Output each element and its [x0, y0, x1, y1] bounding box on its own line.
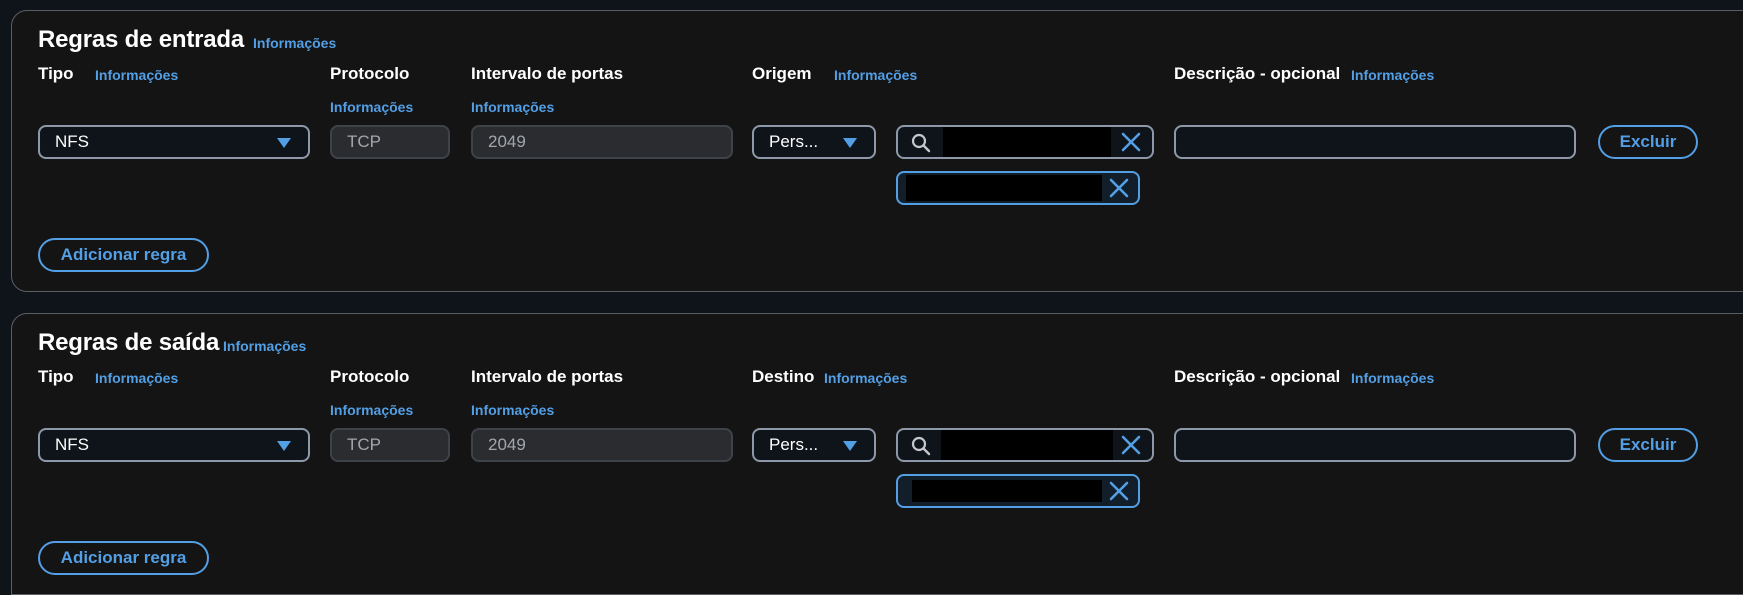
description-input[interactable]: [1174, 125, 1576, 159]
source-header: Origem: [752, 64, 812, 83]
search-icon: [911, 436, 931, 456]
destination-select[interactable]: Pers...: [752, 428, 876, 462]
redacted-token-label: [912, 480, 1102, 502]
protocol-field: TCP: [330, 428, 450, 462]
destination-search-input[interactable]: [896, 428, 1154, 462]
protocol-info-link[interactable]: Informações: [330, 99, 413, 115]
redacted-search-value: [943, 127, 1111, 157]
source-select-value: Pers...: [769, 132, 819, 151]
type-header: Tipo: [38, 367, 74, 386]
protocol-header: Protocolo: [330, 64, 410, 83]
caret-down-icon: [843, 138, 857, 148]
caret-down-icon: [843, 441, 857, 451]
protocol-field: TCP: [330, 125, 450, 159]
source-info-link[interactable]: Informações: [834, 67, 917, 83]
protocol-header: Protocolo: [330, 367, 410, 386]
inbound-title-info-link[interactable]: Informações: [253, 35, 336, 51]
description-header: Descrição - opcional: [1174, 64, 1341, 83]
close-icon[interactable]: [1120, 434, 1142, 456]
outbound-rules-panel: Regras de saída Informações Tipo Informa…: [11, 313, 1743, 595]
description-header: Descrição - opcional: [1174, 367, 1341, 386]
close-icon[interactable]: [1108, 177, 1130, 199]
description-input[interactable]: [1174, 428, 1576, 462]
inbound-rules-title: Regras de entrada: [38, 26, 245, 53]
destination-select-value: Pers...: [769, 435, 819, 454]
search-icon: [911, 133, 931, 153]
port-range-header: Intervalo de portas: [471, 367, 624, 386]
redacted-token-label: [906, 175, 1102, 201]
description-info-link[interactable]: Informações: [1351, 370, 1434, 386]
type-select[interactable]: NFS: [38, 125, 310, 159]
source-token: [896, 171, 1140, 205]
add-rule-button[interactable]: Adicionar regra: [38, 541, 209, 575]
description-info-link[interactable]: Informações: [1351, 67, 1434, 83]
destination-header: Destino: [752, 367, 815, 386]
destination-token: [896, 474, 1140, 508]
outbound-title-info-link[interactable]: Informações: [223, 338, 306, 354]
redacted-search-value: [941, 430, 1113, 460]
inbound-rules-panel: Regras de entrada Informações Tipo Infor…: [11, 10, 1743, 292]
outbound-rules-title: Regras de saída: [38, 329, 220, 356]
protocol-info-link[interactable]: Informações: [330, 402, 413, 418]
type-select-value: NFS: [55, 435, 89, 454]
close-icon[interactable]: [1108, 480, 1130, 502]
port-range-field: 2049: [471, 125, 733, 159]
caret-down-icon: [277, 441, 291, 451]
port-range-info-link[interactable]: Informações: [471, 402, 554, 418]
delete-rule-button[interactable]: Excluir: [1598, 125, 1698, 159]
type-info-link[interactable]: Informações: [95, 370, 178, 386]
port-range-field: 2049: [471, 428, 733, 462]
port-range-header: Intervalo de portas: [471, 64, 624, 83]
type-header: Tipo: [38, 64, 74, 83]
caret-down-icon: [277, 138, 291, 148]
add-rule-button[interactable]: Adicionar regra: [38, 238, 209, 272]
port-range-info-link[interactable]: Informações: [471, 99, 554, 115]
destination-info-link[interactable]: Informações: [824, 370, 907, 386]
source-search-input[interactable]: [896, 125, 1154, 159]
type-select-value: NFS: [55, 132, 89, 151]
delete-rule-button[interactable]: Excluir: [1598, 428, 1698, 462]
source-select[interactable]: Pers...: [752, 125, 876, 159]
close-icon[interactable]: [1120, 131, 1142, 153]
type-info-link[interactable]: Informações: [95, 67, 178, 83]
type-select[interactable]: NFS: [38, 428, 310, 462]
